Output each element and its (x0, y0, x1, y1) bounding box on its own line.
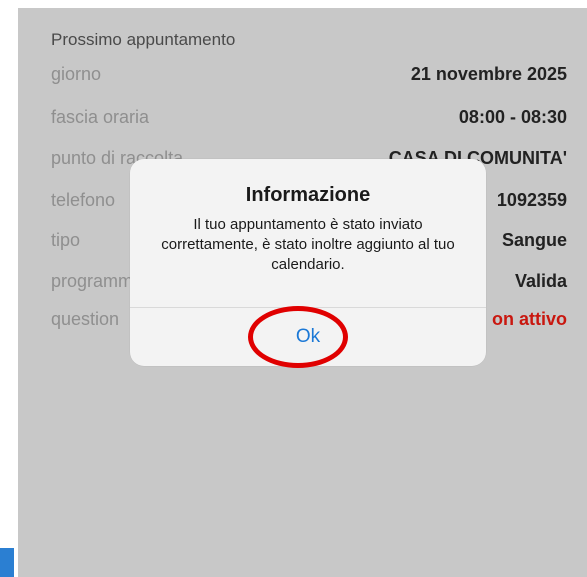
label-programma: programm (51, 271, 134, 291)
label-fascia-oraria: fascia oraria (51, 107, 150, 127)
label-giorno: giorno (51, 64, 102, 84)
ok-button[interactable]: Ok (130, 308, 486, 366)
value-questionario: on attivo (492, 309, 567, 329)
dialog-message: Il tuo appuntamento è stato inviato corr… (161, 216, 455, 273)
value-programma: Valida (514, 271, 567, 291)
label-questionario: question (51, 309, 120, 329)
appointment-screen: Prossimo appuntamento giorno 21 novembre… (18, 8, 587, 577)
section-title: Prossimo appuntamento (51, 30, 236, 49)
app-bar-edge (0, 548, 14, 577)
value-giorno: 21 novembre 2025 (410, 64, 567, 84)
dialog-title: Informazione (245, 184, 371, 206)
value-fascia-oraria: 08:00 - 08:30 (458, 107, 567, 127)
value-tipo: Sangue (501, 230, 567, 250)
label-telefono: telefono (51, 190, 116, 210)
label-tipo: tipo (51, 230, 81, 250)
value-telefono: 1092359 (496, 190, 567, 210)
info-alert-dialog: Informazione Il tuo appuntamento è stato… (130, 159, 486, 366)
